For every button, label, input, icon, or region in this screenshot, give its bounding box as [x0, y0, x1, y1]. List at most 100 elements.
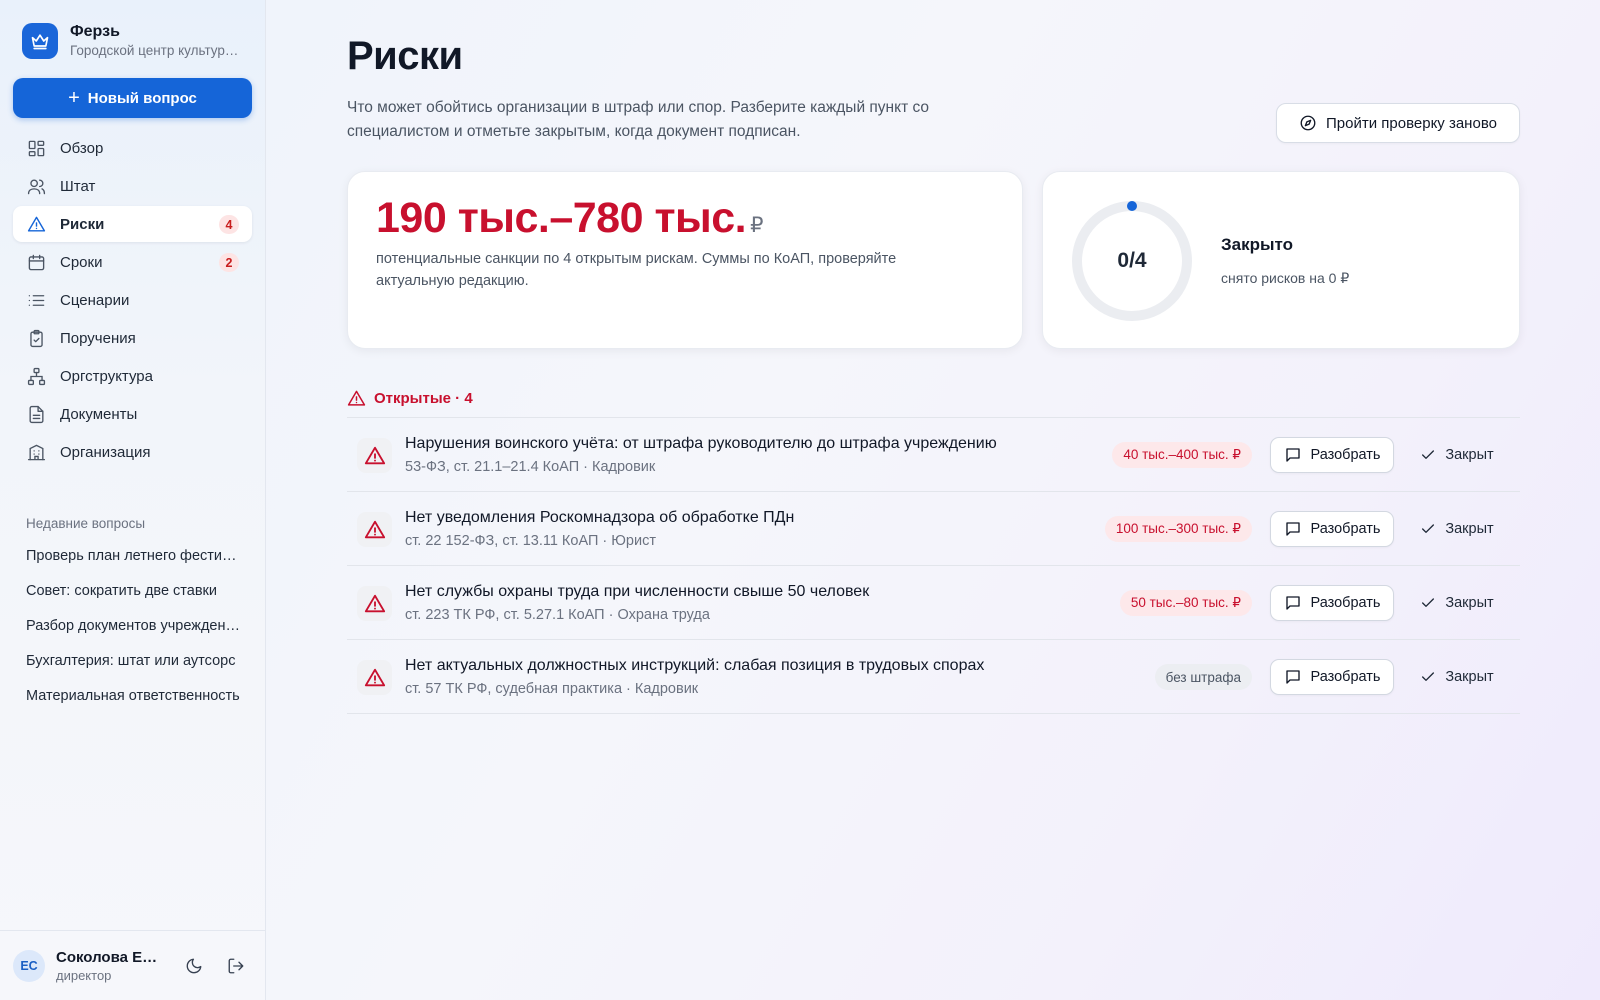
- message-icon: [1284, 520, 1302, 538]
- brand[interactable]: Ферзь Городской центр культуры и досуга: [0, 0, 265, 60]
- theme-toggle-button[interactable]: [178, 950, 210, 982]
- check-icon: [1420, 521, 1436, 537]
- risks-count-badge: 4: [219, 215, 239, 234]
- risk-fine-badge: 40 тыс.–400 тыс. ₽: [1112, 442, 1252, 468]
- analyze-label: Разобрать: [1310, 521, 1381, 537]
- analyze-label: Разобрать: [1310, 669, 1381, 685]
- recent-questions-title: Недавние вопросы: [26, 516, 146, 531]
- closed-title: Закрыто: [1221, 235, 1294, 254]
- sidebar-item-assignments[interactable]: Поручения: [13, 320, 252, 356]
- mark-closed-label: Закрыт: [1445, 595, 1494, 611]
- sidebar-item-staff[interactable]: Штат: [13, 168, 252, 204]
- sanctions-amount: 190 тыс.–780 тыс.: [376, 194, 747, 242]
- risk-row: Нарушения воинского учёта: от штрафа рук…: [347, 418, 1520, 492]
- sanctions-value: 190 тыс.–780 тыс. ₽: [376, 194, 763, 243]
- mark-closed-button[interactable]: Закрыт: [1408, 585, 1506, 621]
- message-icon: [1284, 668, 1302, 686]
- deadlines-count-badge: 2: [219, 253, 239, 272]
- mark-closed-button[interactable]: Закрыт: [1408, 659, 1506, 695]
- sidebar-item-deadlines[interactable]: Сроки 2: [13, 244, 252, 280]
- grid-icon: [26, 138, 46, 158]
- mark-closed-button[interactable]: Закрыт: [1408, 437, 1506, 473]
- message-icon: [1284, 446, 1302, 464]
- open-risks-label: Открытые · 4: [374, 390, 473, 407]
- brand-subtitle: Городской центр культуры и досуга: [70, 43, 242, 58]
- analyze-label: Разобрать: [1310, 595, 1381, 611]
- recent-question-item[interactable]: Материальная ответственность: [26, 685, 240, 720]
- message-icon: [1284, 594, 1302, 612]
- check-icon: [1420, 447, 1436, 463]
- page-description: Что может обойтись организации в штраф и…: [347, 99, 930, 140]
- risk-title: Нет актуальных должностных инструкций: с…: [405, 657, 985, 674]
- app-root: Ферзь Городской центр культуры и досуга …: [0, 0, 1600, 1000]
- crown-icon: [22, 23, 58, 59]
- warning-icon: [357, 438, 392, 473]
- user-name: Соколова Елена: [56, 948, 166, 966]
- risk-list: Нарушения воинского учёта: от штрафа рук…: [347, 417, 1520, 714]
- mark-closed-label: Закрыт: [1445, 669, 1494, 685]
- closed-ratio: 0/4: [1117, 249, 1147, 272]
- currency-symbol: ₽: [750, 214, 763, 237]
- user-info: Соколова Елена директор: [56, 949, 166, 983]
- sidebar-item-label: Штат: [60, 177, 96, 195]
- warning-icon: [26, 214, 46, 234]
- user-role: директор: [56, 967, 112, 983]
- analyze-button[interactable]: Разобрать: [1270, 585, 1394, 621]
- new-question-button[interactable]: + Новый вопрос: [13, 78, 252, 118]
- risk-row: Нет службы охраны труда при численности …: [347, 566, 1520, 640]
- moon-icon: [185, 957, 203, 975]
- logout-button[interactable]: [220, 950, 252, 982]
- closed-subtitle: снято рисков на 0 ₽: [1221, 270, 1350, 286]
- calendar-icon: [26, 252, 46, 272]
- sidebar-item-scenarios[interactable]: Сценарии: [13, 282, 252, 318]
- avatar[interactable]: ЕС: [13, 949, 45, 982]
- recheck-button[interactable]: Пройти проверку заново: [1276, 103, 1520, 143]
- mark-closed-label: Закрыт: [1445, 521, 1494, 537]
- sanctions-summary-card: 190 тыс.–780 тыс. ₽ потенциальные санкции…: [347, 171, 1023, 349]
- mark-closed-button[interactable]: Закрыт: [1408, 511, 1506, 547]
- brand-text: Ферзь Городской центр культуры и досуга: [70, 22, 242, 60]
- risk-title: Нет службы охраны труда при численности …: [405, 583, 870, 600]
- recent-question-item[interactable]: Проверь план летнего фестиваля: [26, 545, 240, 580]
- recent-question-item[interactable]: Совет: сократить две ставки: [26, 580, 240, 615]
- risk-title: Нарушения воинского учёта: от штрафа рук…: [405, 435, 997, 452]
- risk-subtitle: ст. 22 152-ФЗ, ст. 13.11 КоАП · Юрист: [405, 533, 656, 549]
- risk-subtitle: ст. 57 ТК РФ, судебная практика · Кадров…: [405, 681, 699, 697]
- analyze-button[interactable]: Разобрать: [1270, 437, 1394, 473]
- sidebar-item-risks[interactable]: Риски 4: [13, 206, 252, 242]
- risk-title: Нет уведомления Роскомнадзора об обработ…: [405, 509, 795, 526]
- page-title: Риски: [347, 34, 463, 78]
- closed-summary-card: 0/4 Закрыто снято рисков на 0 ₽: [1042, 171, 1520, 349]
- brand-name: Ферзь: [70, 23, 120, 40]
- clipboard-icon: [26, 328, 46, 348]
- analyze-button[interactable]: Разобрать: [1270, 659, 1394, 695]
- sidebar-nav: Обзор Штат Риски 4 Сроки 2 Сценарии Пору…: [0, 130, 265, 472]
- risk-fine-badge: 50 тыс.–80 тыс. ₽: [1119, 590, 1252, 616]
- recent-question-item[interactable]: Разбор документов учреждения: [26, 615, 240, 650]
- compass-icon: [1299, 114, 1317, 132]
- check-icon: [1420, 669, 1436, 685]
- sidebar-item-documents[interactable]: Документы: [13, 396, 252, 432]
- sanctions-description: потенциальные санкции по 4 открытым риск…: [376, 251, 897, 289]
- document-icon: [26, 404, 46, 424]
- main-content: Риски Что может обойтись организации в ш…: [266, 0, 1600, 1000]
- risk-fine-badge: без штрафа: [1154, 664, 1252, 690]
- risk-subtitle: 53-ФЗ, ст. 21.1–21.4 КоАП · Кадровик: [405, 459, 656, 475]
- warning-icon: [347, 389, 366, 408]
- analyze-button[interactable]: Разобрать: [1270, 511, 1394, 547]
- sidebar-item-label: Сценарии: [60, 291, 130, 309]
- users-icon: [26, 176, 46, 196]
- sidebar-item-organization[interactable]: Организация: [13, 434, 252, 470]
- list-icon: [26, 290, 46, 310]
- sidebar-item-label: Поручения: [60, 329, 136, 347]
- sidebar-item-label: Сроки: [60, 253, 103, 271]
- sidebar-item-org-structure[interactable]: Оргструктура: [13, 358, 252, 394]
- sidebar-item-label: Оргструктура: [60, 367, 153, 385]
- org-chart-icon: [26, 366, 46, 386]
- sidebar-item-overview[interactable]: Обзор: [13, 130, 252, 166]
- recent-question-item[interactable]: Бухгалтерия: штат или аутсорс: [26, 650, 240, 685]
- new-question-label: Новый вопрос: [87, 89, 197, 107]
- logout-icon: [227, 957, 245, 975]
- user-panel: ЕС Соколова Елена директор: [0, 930, 265, 1000]
- sidebar-item-label: Риски: [60, 215, 105, 233]
